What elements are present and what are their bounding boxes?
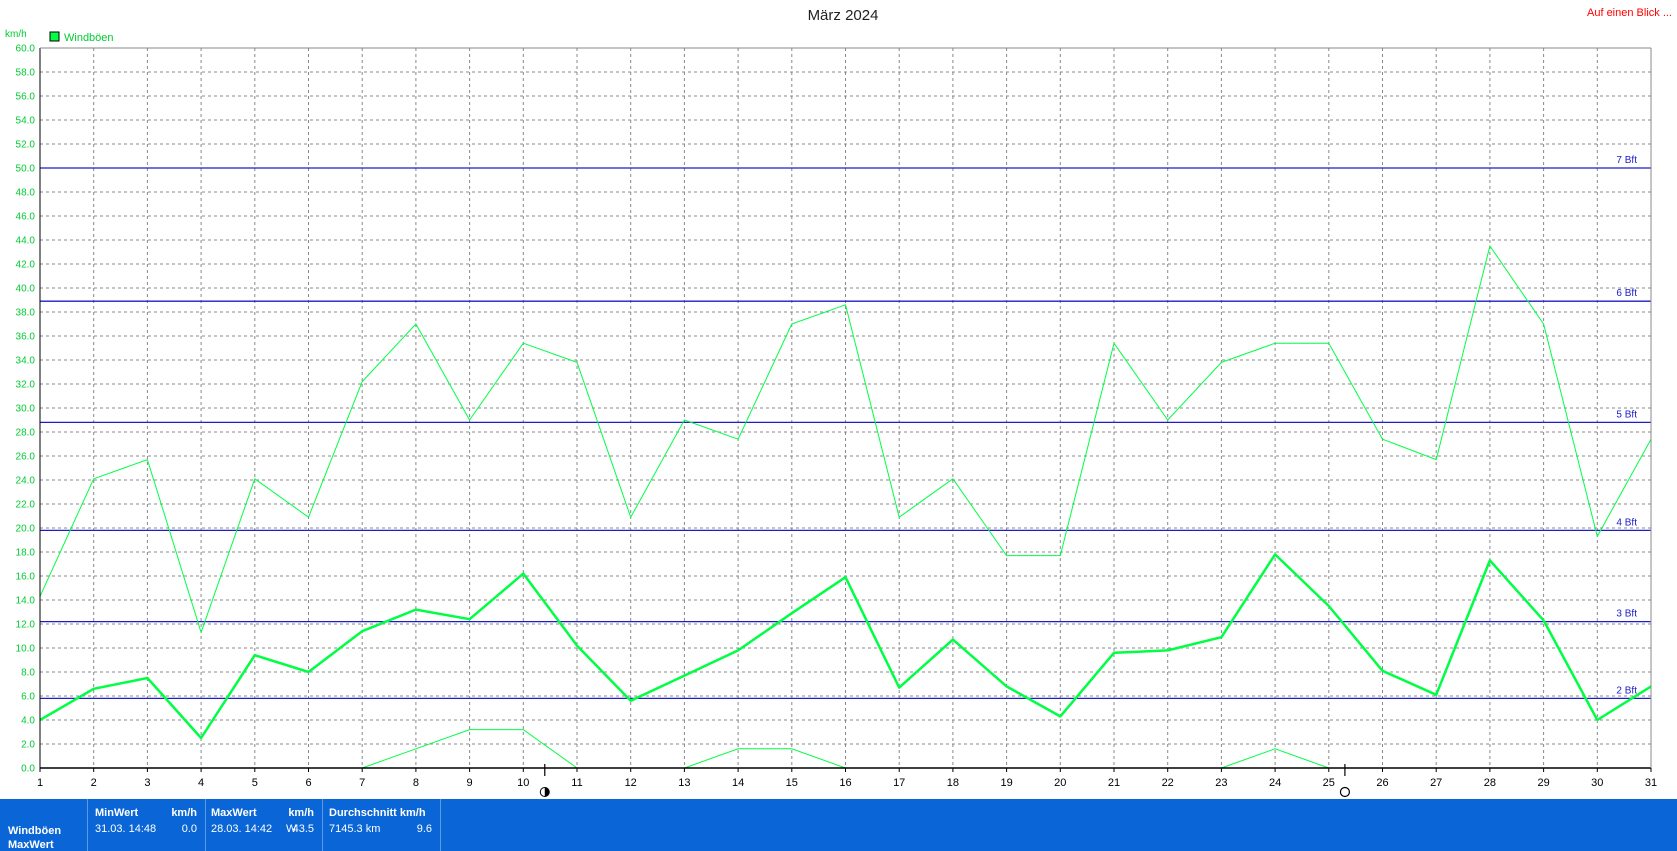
beaufort-label: 3 Bft xyxy=(1616,609,1637,620)
x-tick-label: 6 xyxy=(305,777,311,789)
x-tick-label: 9 xyxy=(467,777,473,789)
chart-title: März 2024 xyxy=(808,7,879,24)
y-tick-label: 36.0 xyxy=(16,332,36,343)
x-tick-label: 5 xyxy=(252,777,258,789)
x-tick-label: 17 xyxy=(893,777,905,789)
y-tick-label: 40.0 xyxy=(16,284,36,295)
x-tick-label: 16 xyxy=(839,777,851,789)
x-tick-label: 3 xyxy=(144,777,150,789)
y-tick-label: 8.0 xyxy=(21,668,35,679)
x-tick-label: 29 xyxy=(1537,777,1549,789)
y-tick-label: 28.0 xyxy=(16,428,36,439)
max-unit: km/h xyxy=(288,807,314,819)
unit-label: km/h xyxy=(5,29,27,40)
row-label-windboeen: Windböen xyxy=(8,825,62,837)
min-cell: MinWert km/h 31.03. 14:48 0.0 xyxy=(87,799,206,851)
beaufort-label: 4 Bft xyxy=(1616,517,1637,528)
y-tick-label: 4.0 xyxy=(21,716,35,727)
max-date: 28.03. 14:42 xyxy=(211,823,273,835)
y-tick-label: 0.0 xyxy=(21,764,35,775)
y-tick-label: 30.0 xyxy=(16,404,36,415)
x-tick-label: 12 xyxy=(625,777,637,789)
x-tick-label: 22 xyxy=(1162,777,1174,789)
x-tick-label: 15 xyxy=(786,777,798,789)
x-tick-label: 10 xyxy=(517,777,529,789)
beaufort-label: 7 Bft xyxy=(1616,155,1637,166)
x-tick-label: 20 xyxy=(1054,777,1066,789)
full-moon-icon xyxy=(1339,786,1351,798)
x-tick-label: 8 xyxy=(413,777,419,789)
y-tick-label: 18.0 xyxy=(16,548,36,559)
avg-distance: 7145.3 km xyxy=(329,823,381,835)
y-tick-label: 48.0 xyxy=(16,188,36,199)
x-tick-label: 11 xyxy=(571,777,582,789)
max-value: 43.5 xyxy=(292,823,314,835)
y-tick-label: 38.0 xyxy=(16,308,36,319)
wind-chart: März 2024 Auf einen Blick ... km/h Windb… xyxy=(5,7,1672,798)
row-label-maxwert: MaxWert xyxy=(8,839,54,851)
max-cell: MaxWert km/h 28.03. 14:42 W 43.5 xyxy=(205,799,323,851)
x-tick-label: 27 xyxy=(1430,777,1442,789)
y-tick-label: 10.0 xyxy=(16,644,36,655)
y-tick-label: 2.0 xyxy=(21,740,35,751)
x-tick-label: 23 xyxy=(1215,777,1227,789)
x-tick-label: 19 xyxy=(1000,777,1012,789)
y-tick-label: 56.0 xyxy=(16,92,36,103)
y-tick-label: 6.0 xyxy=(21,692,35,703)
y-tick-label: 52.0 xyxy=(16,140,36,151)
y-tick-label: 50.0 xyxy=(16,164,36,175)
y-tick-label: 60.0 xyxy=(16,44,36,55)
x-tick-label: 7 xyxy=(359,777,365,789)
x-tick-label: 31 xyxy=(1645,777,1657,789)
corner-link[interactable]: Auf einen Blick ... xyxy=(1587,7,1672,19)
x-tick-label: 2 xyxy=(91,777,97,789)
series-line-min xyxy=(684,748,846,769)
beaufort-label: 6 Bft xyxy=(1616,288,1637,299)
legend-swatch xyxy=(49,31,60,42)
x-tick-label: 24 xyxy=(1269,777,1281,789)
y-tick-label: 22.0 xyxy=(16,500,36,511)
x-tick-label: 13 xyxy=(678,777,690,789)
x-tick-label: 25 xyxy=(1323,777,1335,789)
y-tick-label: 58.0 xyxy=(16,68,36,79)
y-tick-label: 34.0 xyxy=(16,356,36,367)
x-tick-label: 28 xyxy=(1484,777,1496,789)
max-title: MaxWert xyxy=(211,807,257,819)
x-tick-label: 1 xyxy=(37,777,43,789)
min-date: 31.03. 14:48 xyxy=(95,823,157,835)
avg-value: 9.6 xyxy=(416,823,432,835)
y-tick-label: 12.0 xyxy=(16,620,36,631)
x-tick-label: 26 xyxy=(1376,777,1388,789)
beaufort-label: 2 Bft xyxy=(1616,685,1637,696)
y-tick-label: 24.0 xyxy=(16,476,36,487)
beaufort-label: 5 Bft xyxy=(1616,409,1637,420)
stats-footer: Windböen MaxWert MinWert km/h 31.03. 14:… xyxy=(0,799,1677,851)
y-tick-label: 42.0 xyxy=(16,260,36,271)
y-tick-label: 26.0 xyxy=(16,452,36,463)
avg-title: Durchschnitt km/h xyxy=(329,807,426,819)
x-tick-label: 14 xyxy=(732,777,744,789)
y-tick-label: 20.0 xyxy=(16,524,36,535)
min-unit: km/h xyxy=(171,807,197,819)
y-tick-label: 32.0 xyxy=(16,380,36,391)
avg-cell: Durchschnitt km/h 7145.3 km 9.6 xyxy=(323,799,441,851)
legend-label: Windböen xyxy=(64,32,114,44)
x-tick-label: 4 xyxy=(198,777,204,789)
y-tick-label: 16.0 xyxy=(16,572,36,583)
y-tick-label: 46.0 xyxy=(16,212,36,223)
min-value: 0.0 xyxy=(181,823,197,835)
min-title: MinWert xyxy=(95,807,139,819)
y-tick-label: 14.0 xyxy=(16,596,36,607)
x-tick-label: 21 xyxy=(1108,777,1120,789)
x-tick-label: 30 xyxy=(1591,777,1603,789)
x-tick-label: 18 xyxy=(947,777,959,789)
y-tick-label: 54.0 xyxy=(16,116,36,127)
y-tick-label: 44.0 xyxy=(16,236,36,247)
